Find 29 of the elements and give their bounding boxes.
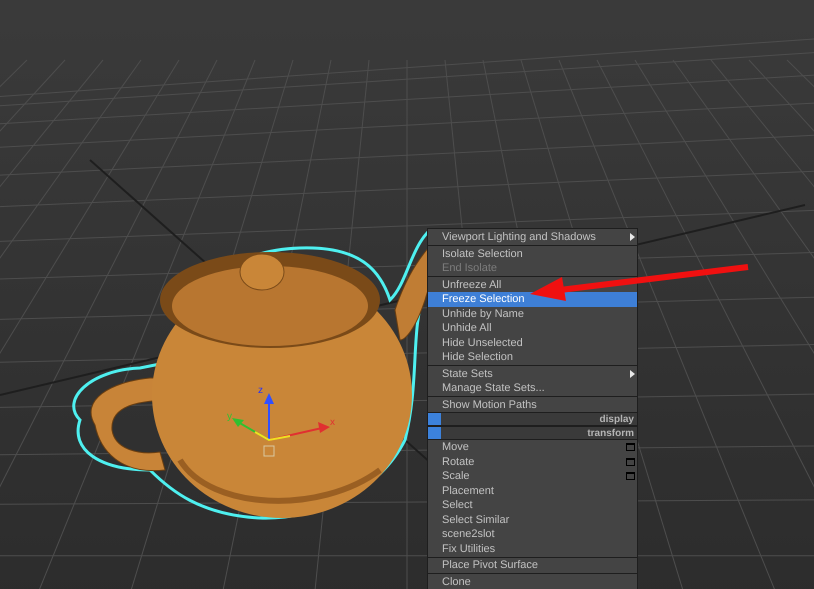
menu-item[interactable]: Freeze Selection (428, 292, 637, 306)
axis-label: x (330, 418, 335, 428)
menu-section-header: display (428, 412, 637, 426)
menu-item[interactable]: Manage State Sets... (428, 381, 637, 396)
menu-item[interactable]: Isolate Selection (428, 246, 637, 261)
menu-section-header: transform (428, 426, 637, 440)
menu-item[interactable]: scene2slot (428, 527, 637, 542)
menu-item[interactable]: Unfreeze All (428, 278, 637, 292)
options-box-icon[interactable] (626, 443, 635, 452)
menu-item[interactable]: Hide Unselected (428, 336, 637, 350)
menu-item[interactable]: Placement (428, 484, 637, 498)
menu-item[interactable]: Place Pivot Surface (428, 558, 637, 572)
menu-item[interactable]: State Sets (428, 366, 637, 381)
menu-item[interactable]: Rotate (428, 454, 637, 469)
menu-item[interactable]: Clone (428, 574, 637, 589)
options-box-icon[interactable] (626, 458, 635, 466)
axis-label: z (258, 386, 263, 396)
menu-item[interactable]: Scale (428, 469, 637, 484)
menu-item[interactable]: Select Similar (428, 512, 637, 527)
menu-item[interactable]: Unhide by Name (428, 306, 637, 321)
options-box-icon[interactable] (626, 472, 635, 480)
menu-item[interactable]: Unhide All (428, 321, 637, 336)
menu-item[interactable]: Show Motion Paths (428, 398, 637, 412)
menu-item[interactable]: Select (428, 498, 637, 512)
menu-item[interactable]: Viewport Lighting and Shadows (428, 230, 637, 244)
axis-label: y (227, 412, 232, 422)
menu-item[interactable]: Move (428, 440, 637, 454)
menu-item[interactable]: Hide Selection (428, 350, 637, 364)
menu-item[interactable]: Fix Utilities (428, 542, 637, 556)
